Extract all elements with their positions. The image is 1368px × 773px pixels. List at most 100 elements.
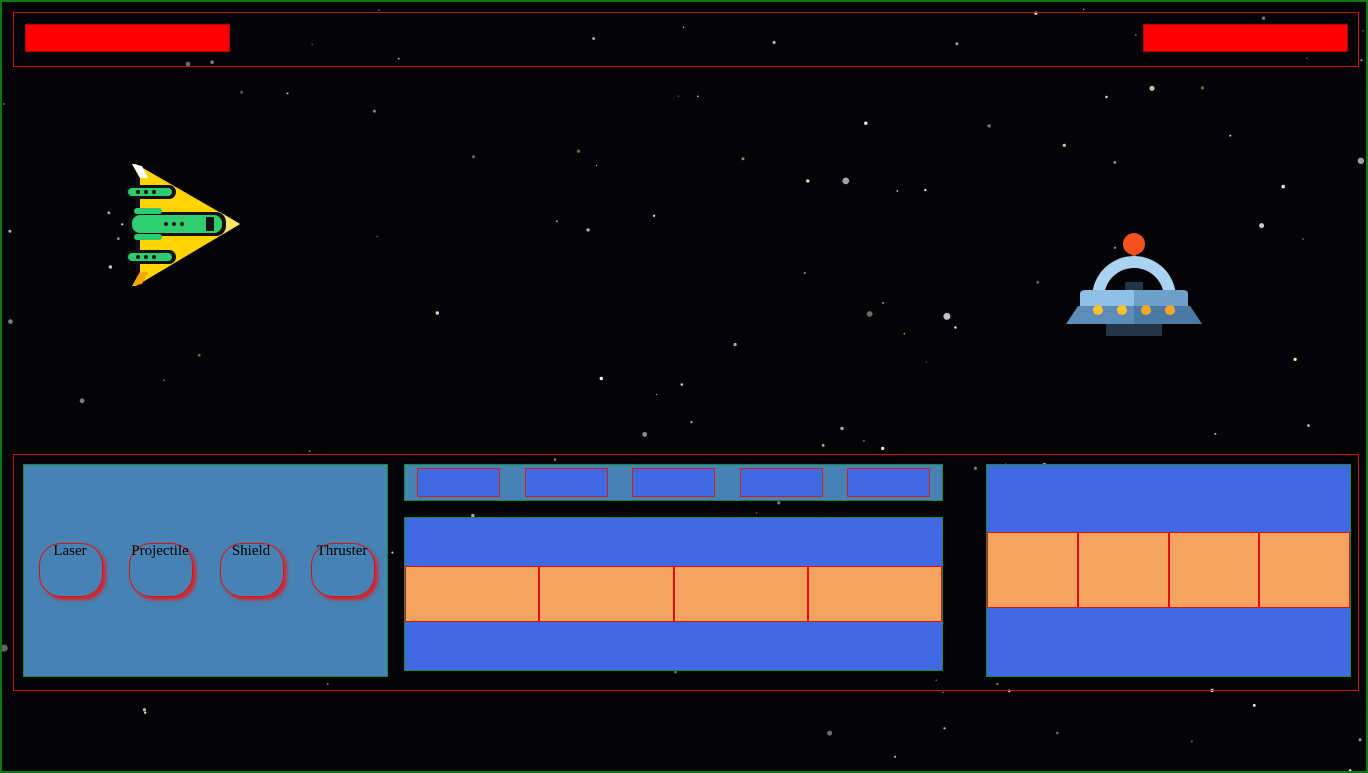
right-grid-panel xyxy=(986,464,1351,677)
star xyxy=(652,214,656,217)
star xyxy=(308,450,311,453)
enemy-health-bar xyxy=(1143,24,1348,52)
star xyxy=(144,711,147,714)
laser-ability-label: Laser xyxy=(53,543,87,559)
inventory-slot-5[interactable] xyxy=(847,468,930,497)
star xyxy=(576,149,581,153)
star xyxy=(1036,280,1040,284)
star xyxy=(942,691,944,693)
star xyxy=(894,755,897,758)
star xyxy=(1307,424,1310,427)
star xyxy=(987,124,991,128)
star xyxy=(377,9,380,11)
star xyxy=(862,439,866,442)
right-grid-cell-2[interactable] xyxy=(1077,532,1169,608)
ufo-icon[interactable] xyxy=(1064,230,1204,340)
star xyxy=(806,179,810,183)
star xyxy=(881,446,885,451)
center-grid-cell-1[interactable] xyxy=(405,566,540,622)
shield-ability-label: Shield xyxy=(231,543,271,559)
star xyxy=(240,90,244,94)
star xyxy=(943,312,951,320)
star xyxy=(642,432,648,437)
star xyxy=(803,272,806,274)
inventory-slot-4[interactable] xyxy=(740,468,823,497)
ability-panel: Laser Projectile Shield Thruster xyxy=(23,464,388,677)
star xyxy=(108,265,113,269)
star xyxy=(1229,134,1232,137)
star xyxy=(741,157,745,161)
star xyxy=(821,444,825,447)
right-grid-cell-4[interactable] xyxy=(1259,532,1350,608)
center-grid-cell-4[interactable] xyxy=(807,566,942,622)
star xyxy=(1105,95,1108,99)
star xyxy=(1200,86,1205,90)
center-grid-row xyxy=(405,566,942,622)
player-health-bar xyxy=(25,24,230,52)
inventory-slot-3[interactable] xyxy=(632,468,715,497)
star xyxy=(1358,738,1362,742)
star xyxy=(595,164,598,167)
star xyxy=(733,342,737,347)
center-grid-panel xyxy=(404,517,943,671)
star xyxy=(1360,59,1363,62)
star xyxy=(1259,223,1265,229)
star xyxy=(690,421,693,424)
player-spaceship-icon[interactable] xyxy=(122,160,246,292)
inventory-slot-2[interactable] xyxy=(525,468,608,497)
star xyxy=(2,102,5,105)
center-grid-cell-3[interactable] xyxy=(673,566,808,622)
inventory-slot-strip xyxy=(404,464,943,501)
star xyxy=(842,177,850,185)
star xyxy=(2,644,8,652)
star xyxy=(1083,8,1085,11)
star xyxy=(1293,357,1297,361)
right-grid-cell-3[interactable] xyxy=(1168,532,1260,608)
right-grid-cell-1[interactable] xyxy=(987,532,1078,608)
star xyxy=(107,211,111,215)
star xyxy=(376,235,378,238)
star xyxy=(864,121,868,125)
star xyxy=(1214,432,1217,435)
projectile-ability-label: Projectile xyxy=(131,543,189,559)
star xyxy=(866,311,873,317)
star xyxy=(372,109,376,113)
right-grid-row xyxy=(987,532,1350,608)
star xyxy=(1149,85,1155,91)
control-panel: Laser Projectile Shield Thruster xyxy=(13,454,1359,691)
star xyxy=(435,311,439,315)
star xyxy=(827,730,833,736)
star xyxy=(882,301,885,304)
star xyxy=(1190,740,1193,743)
inventory-slot-1[interactable] xyxy=(417,468,500,497)
star xyxy=(680,383,684,386)
player-health-fill xyxy=(26,25,229,51)
star xyxy=(840,426,844,431)
star xyxy=(1302,238,1304,240)
star xyxy=(656,394,658,396)
star xyxy=(954,326,957,329)
star xyxy=(1056,731,1059,735)
star xyxy=(117,237,120,240)
star xyxy=(1281,184,1285,189)
star xyxy=(472,155,475,159)
star xyxy=(8,319,13,324)
star xyxy=(198,354,201,357)
star xyxy=(1113,161,1117,164)
star xyxy=(943,727,946,730)
star xyxy=(1362,30,1364,32)
center-grid-cell-2[interactable] xyxy=(539,566,674,622)
star xyxy=(896,190,899,192)
star xyxy=(903,333,905,335)
star xyxy=(142,708,146,712)
star xyxy=(599,376,603,381)
top-hud xyxy=(13,12,1359,67)
star xyxy=(924,188,927,192)
star xyxy=(8,229,12,233)
star xyxy=(677,95,680,97)
star xyxy=(79,398,85,404)
star xyxy=(1348,769,1352,771)
enemy-health-fill xyxy=(1144,25,1347,51)
star xyxy=(1252,704,1256,707)
game-frame: Laser Projectile Shield Thruster xyxy=(0,0,1368,773)
